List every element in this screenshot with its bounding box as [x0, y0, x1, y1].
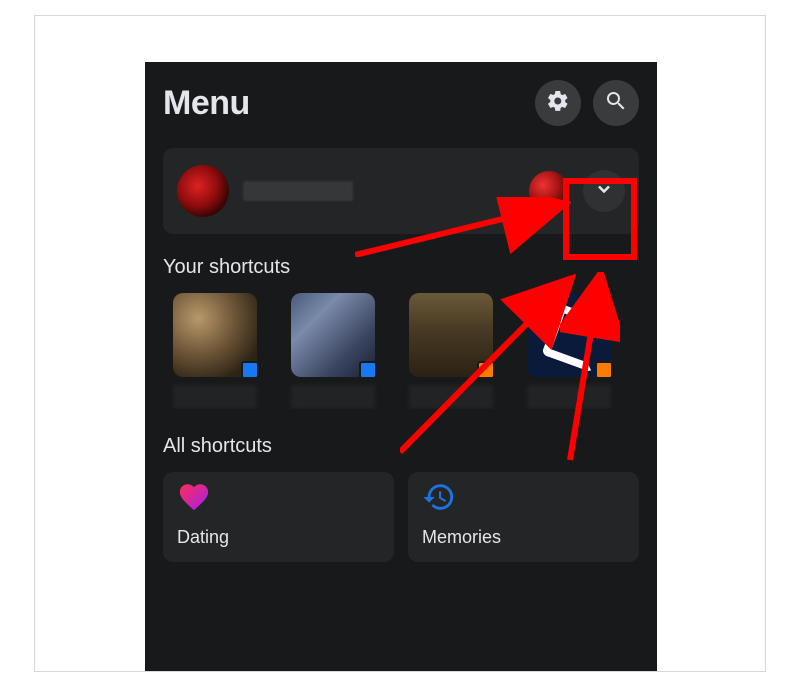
profile-name-redacted — [243, 181, 515, 201]
shortcut-item[interactable] — [399, 293, 503, 409]
profile-chevron-button[interactable] — [583, 170, 625, 212]
gear-icon — [546, 89, 570, 118]
your-shortcuts-heading: Your shortcuts — [163, 256, 639, 279]
tile-memories[interactable]: Memories — [408, 472, 639, 562]
all-shortcuts-grid: Dating Memories — [163, 472, 639, 562]
outer-frame: Menu — [34, 15, 766, 672]
all-shortcuts-heading: All shortcuts — [163, 435, 639, 458]
tile-label: Memories — [422, 527, 625, 548]
shortcut-thumb — [173, 293, 257, 377]
shortcut-label-redacted — [527, 385, 611, 409]
header-actions — [535, 80, 639, 126]
search-icon — [604, 89, 628, 118]
page-title: Menu — [163, 84, 250, 123]
profile-card[interactable] — [163, 148, 639, 234]
shortcut-thumb — [409, 293, 493, 377]
shortcut-label-redacted — [291, 385, 375, 409]
shortcut-label-redacted — [409, 385, 493, 409]
shortcut-item[interactable] — [163, 293, 267, 409]
shortcut-item[interactable] — [281, 293, 385, 409]
app-screen: Menu — [145, 62, 657, 672]
search-button[interactable] — [593, 80, 639, 126]
shortcut-thumb — [291, 293, 375, 377]
shortcut-thumb — [527, 293, 611, 377]
header: Menu — [163, 80, 639, 126]
shortcut-item[interactable] — [635, 293, 639, 409]
avatar — [177, 165, 229, 217]
shortcut-item[interactable] — [517, 293, 621, 409]
chevron-down-icon — [594, 179, 614, 204]
clock-rewind-icon — [422, 480, 625, 519]
shortcuts-row — [163, 293, 639, 409]
tile-label: Dating — [177, 527, 380, 548]
shortcut-label-redacted — [173, 385, 257, 409]
tile-dating[interactable]: Dating — [163, 472, 394, 562]
settings-button[interactable] — [535, 80, 581, 126]
heart-icon — [177, 480, 380, 519]
secondary-avatar — [529, 171, 569, 211]
